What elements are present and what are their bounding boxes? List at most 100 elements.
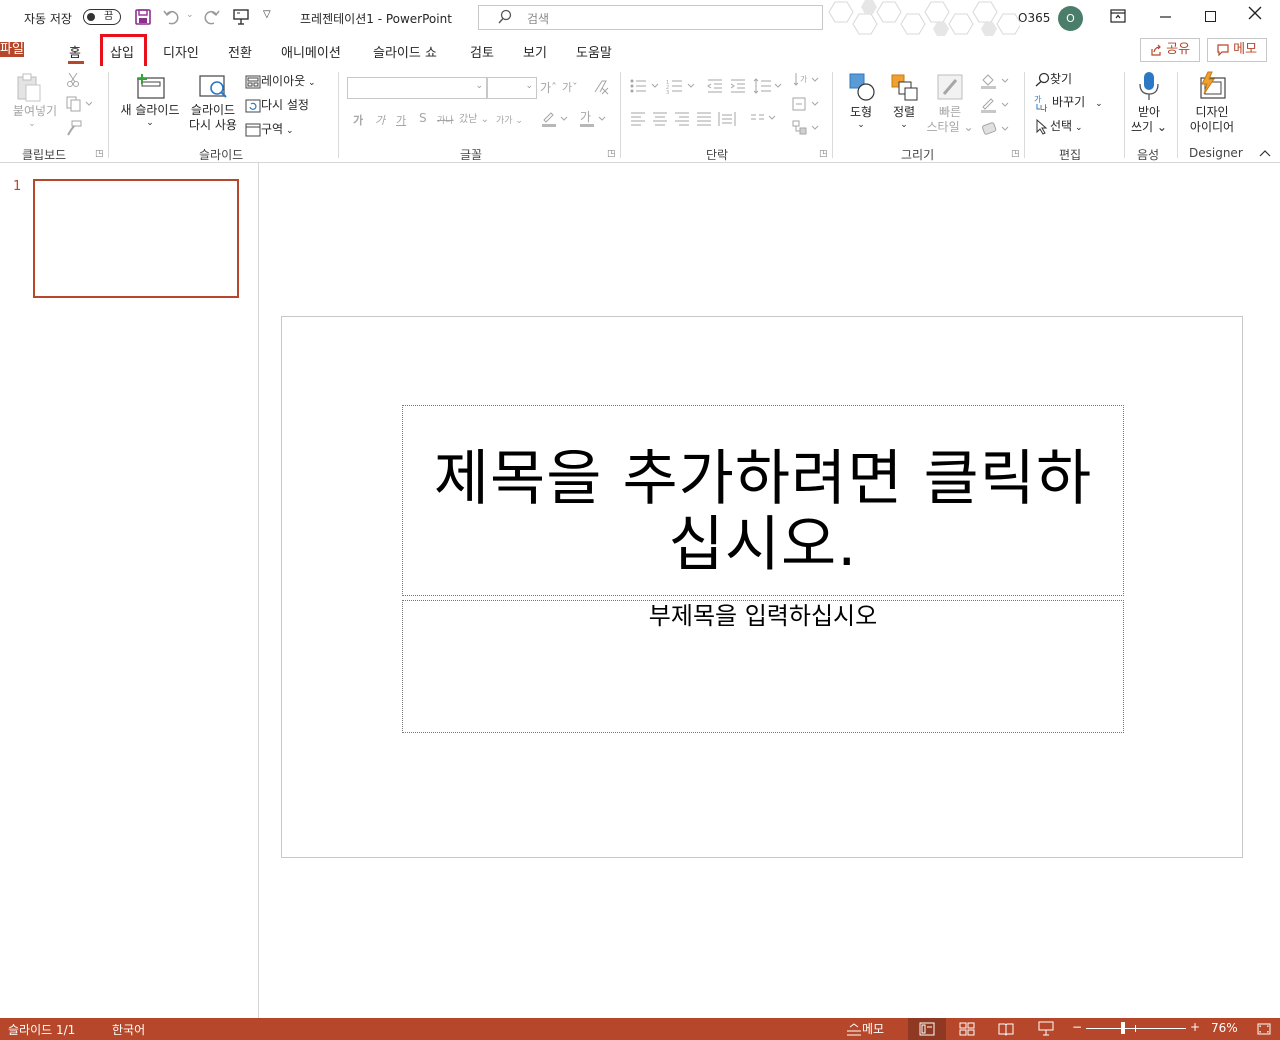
clipboard-launcher-icon[interactable]: ◳ — [95, 149, 104, 159]
distributed-icon[interactable] — [718, 112, 736, 126]
share-button[interactable]: 공유 — [1140, 38, 1200, 62]
tab-file[interactable]: 파일 — [0, 42, 24, 57]
undo-icon[interactable] — [163, 8, 181, 26]
group-divider — [1124, 72, 1125, 158]
increase-indent-icon[interactable] — [730, 78, 746, 94]
line-spacing-icon[interactable] — [753, 78, 785, 94]
font-launcher-icon[interactable]: ◳ — [607, 149, 616, 159]
undo-dropdown-icon[interactable]: ⌄ — [186, 10, 194, 20]
font-name-combo[interactable]: ⌄ — [347, 77, 487, 99]
shape-outline-icon[interactable] — [980, 96, 1010, 114]
comments-button[interactable]: 메모 — [1207, 38, 1267, 62]
find-button[interactable]: 찾기 — [1034, 70, 1072, 88]
zoom-slider-thumb[interactable] — [1121, 1022, 1125, 1034]
tab-transitions[interactable]: 전환 — [228, 42, 252, 61]
close-icon[interactable] — [1248, 6, 1262, 20]
change-case-icon[interactable]: 가가 ⌄ — [496, 113, 523, 126]
tab-design[interactable]: 디자인 — [163, 42, 199, 61]
title-line-1: 제목을 추가하려면 클릭하 — [433, 444, 1093, 514]
tab-view[interactable]: 보기 — [523, 42, 547, 61]
save-icon[interactable] — [135, 9, 151, 25]
align-right-icon[interactable] — [674, 112, 690, 126]
increase-font-size-icon[interactable]: 가ˆ — [540, 79, 557, 96]
search-box[interactable]: 검색 — [478, 5, 823, 30]
slideshow-view-icon[interactable] — [1038, 1021, 1054, 1037]
customize-qat-icon[interactable]: ▽ — [263, 9, 271, 20]
select-button[interactable]: 선택 ⌄ — [1034, 117, 1083, 135]
zoom-in-button[interactable]: + — [1190, 1020, 1200, 1034]
subtitle-placeholder[interactable]: 부제목을 입력하십시오 — [402, 600, 1124, 733]
zoom-slider-track[interactable] — [1086, 1028, 1186, 1029]
align-text-icon[interactable] — [792, 96, 822, 112]
clear-formatting-icon[interactable] — [592, 78, 610, 96]
text-direction-icon[interactable]: 가 — [792, 72, 822, 88]
bullets-icon[interactable] — [630, 78, 662, 94]
smartart-icon[interactable] — [792, 120, 822, 136]
justify-icon[interactable] — [696, 112, 712, 126]
align-center-icon[interactable] — [652, 112, 668, 126]
zoom-out-button[interactable]: − — [1072, 1020, 1082, 1034]
maximize-icon[interactable] — [1205, 11, 1216, 22]
shapes-button[interactable]: 도형 ⌄ — [842, 72, 880, 130]
underline-icon[interactable]: 가 — [396, 112, 406, 128]
columns-icon[interactable] — [750, 112, 780, 126]
replace-button[interactable]: 가나 바꾸기 ⌄ — [1034, 93, 1103, 112]
decrease-indent-icon[interactable] — [707, 78, 723, 94]
account-name[interactable]: O365 — [1018, 11, 1050, 25]
redo-icon[interactable] — [202, 8, 220, 26]
paragraph-launcher-icon[interactable]: ◳ — [819, 149, 828, 159]
tab-review[interactable]: 검토 — [470, 42, 494, 61]
normal-view-button[interactable] — [908, 1018, 946, 1040]
reset-button[interactable]: 다시 설정 — [245, 96, 309, 113]
arrange-button[interactable]: 정렬 ⌄ — [886, 72, 922, 130]
tab-animations[interactable]: 애니메이션 — [281, 42, 341, 61]
shape-fill-icon[interactable] — [980, 72, 1010, 90]
align-left-icon[interactable] — [630, 112, 646, 126]
highlight-color-icon[interactable] — [540, 110, 568, 128]
ribbon-display-options-icon[interactable] — [1110, 9, 1126, 23]
slide-thumbnail[interactable] — [33, 179, 239, 298]
design-ideas-button[interactable]: 디자인 아이디어 — [1184, 70, 1240, 135]
avatar[interactable]: O — [1058, 6, 1083, 31]
quick-styles-button[interactable]: 빠른 스타일 ⌄ — [924, 72, 976, 135]
collapse-ribbon-icon[interactable] — [1259, 148, 1271, 158]
zoom-level[interactable]: 76% — [1211, 1021, 1238, 1035]
start-slideshow-icon[interactable] — [232, 8, 250, 26]
format-painter-icon[interactable] — [66, 120, 82, 136]
slide-sorter-icon[interactable] — [959, 1022, 975, 1036]
reading-view-icon[interactable] — [998, 1022, 1014, 1036]
bold-icon[interactable]: 가 — [353, 112, 363, 128]
italic-icon[interactable]: 가 — [375, 112, 385, 128]
dictate-button[interactable]: 받아 쓰기 ⌄ — [1128, 70, 1170, 135]
font-size-combo[interactable]: ⌄ — [487, 77, 537, 99]
slide-indicator[interactable]: 슬라이드 1/1 — [8, 1021, 75, 1038]
shape-effects-icon[interactable] — [980, 120, 1010, 138]
arrange-label: 정렬 — [892, 105, 916, 119]
title-placeholder[interactable]: 제목을 추가하려면 클릭하 십시오. — [402, 405, 1124, 596]
character-spacing-icon[interactable]: 갔낟 ⌄ — [459, 110, 489, 125]
strikethrough-icon[interactable]: 가나 — [437, 113, 454, 126]
cut-icon[interactable] — [66, 72, 80, 88]
tab-home[interactable]: 홈 — [69, 42, 81, 61]
font-color-icon[interactable]: 가 — [578, 110, 608, 128]
shadow-icon[interactable]: S — [419, 111, 427, 125]
notes-button[interactable]: 메모 — [846, 1020, 884, 1037]
tab-slideshow[interactable]: 슬라이드 쇼 — [373, 42, 437, 61]
tab-help[interactable]: 도움말 — [576, 42, 612, 61]
numbering-icon[interactable]: 123 — [666, 78, 698, 94]
quick-styles-icon — [934, 72, 966, 102]
reuse-slides-button[interactable]: 슬라이드 다시 사용 — [186, 72, 240, 133]
section-button[interactable]: 구역 ⌄ — [245, 120, 294, 137]
language-indicator[interactable]: 한국어 — [112, 1021, 145, 1038]
slide[interactable]: 제목을 추가하려면 클릭하 십시오. 부제목을 입력하십시오 — [281, 316, 1243, 858]
fit-to-window-icon[interactable] — [1256, 1021, 1272, 1037]
copy-icon[interactable] — [66, 96, 92, 112]
decrease-font-size-icon[interactable]: 가ˇ — [562, 79, 578, 95]
drawing-launcher-icon[interactable]: ◳ — [1011, 149, 1020, 159]
layout-button[interactable]: 레이아웃 ⌄ — [245, 72, 316, 89]
paste-button[interactable]: 붙여넣기 ⌄ — [12, 72, 60, 129]
svg-text:가: 가 — [580, 110, 591, 124]
new-slide-button[interactable]: 새 슬라이드 ⌄ — [116, 72, 184, 128]
minimize-icon[interactable] — [1160, 9, 1172, 23]
autosave-toggle[interactable]: 끔 — [83, 9, 121, 25]
